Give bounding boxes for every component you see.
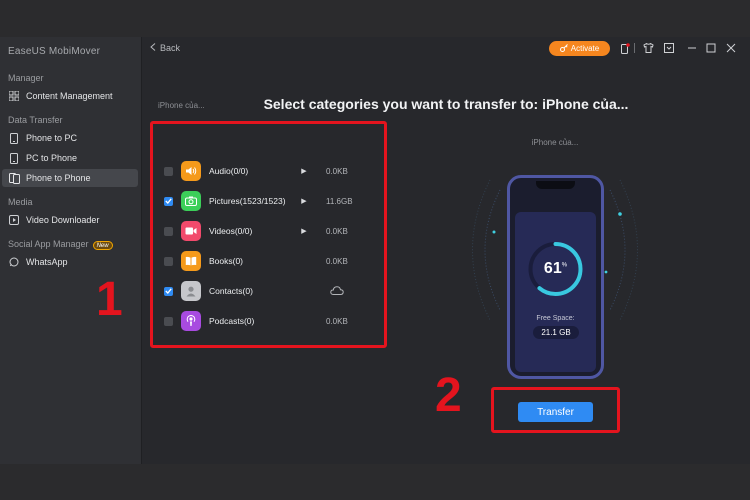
device-notification-icon[interactable]	[619, 42, 631, 54]
back-label: Back	[160, 43, 181, 53]
close-icon[interactable]	[725, 42, 737, 54]
app-title: EaseUS MobiMover	[8, 46, 101, 57]
sidebar-item-whatsapp[interactable]: WhatsApp	[2, 253, 138, 271]
sidebar-item-phone-to-phone[interactable]: Phone to Phone	[2, 169, 138, 187]
storage-value: 61	[543, 260, 562, 277]
free-space-label: Free Space:	[536, 315, 575, 322]
section-label: Social App Manager	[8, 239, 89, 249]
shirt-icon[interactable]	[642, 42, 654, 54]
phone-notch	[536, 181, 575, 189]
section-manager: Manager	[8, 73, 44, 83]
step-number-1: 1	[96, 273, 123, 326]
target-device-name: iPhone của...	[531, 138, 579, 147]
phone-screen: 61% Free Space: 21.1 GB	[515, 212, 596, 372]
storage-unit: %	[561, 262, 568, 269]
play-icon	[8, 214, 20, 226]
top-bar: Back Activate	[142, 37, 750, 61]
transfer-button[interactable]: Transfer	[518, 402, 593, 422]
maximize-icon[interactable]	[705, 42, 717, 54]
sidebar-item-video-downloader[interactable]: Video Downloader	[2, 211, 138, 229]
back-button[interactable]: Back	[150, 43, 180, 53]
sidebar-item-content-management[interactable]: Content Management	[2, 87, 138, 105]
sidebar-item-label: WhatsApp	[26, 257, 68, 267]
highlight-box-categories	[150, 121, 387, 348]
sidebar-item-label: PC to Phone	[26, 153, 78, 163]
sidebar-item-pc-to-phone[interactable]: PC to Phone	[2, 149, 138, 167]
sidebar: EaseUS MobiMover Manager Content Managem…	[0, 37, 142, 464]
section-media: Media	[8, 197, 33, 207]
sidebar-item-label: Phone to Phone	[26, 173, 91, 183]
sidebar-item-label: Video Downloader	[26, 215, 100, 225]
phones-icon	[8, 172, 20, 184]
phone-icon	[8, 132, 20, 144]
source-device-name: iPhone của...	[158, 101, 205, 110]
screen-frame: EaseUS MobiMover Manager Content Managem…	[0, 0, 750, 500]
storage-percent: 61%	[515, 260, 596, 278]
activate-label: Activate	[570, 44, 600, 53]
section-social-app-manager: Social App Manager New	[8, 239, 113, 250]
whatsapp-icon	[8, 256, 20, 268]
phone-icon	[8, 152, 20, 164]
sidebar-item-label: Content Management	[26, 91, 113, 101]
target-phone: 61% Free Space: 21.1 GB	[507, 175, 604, 379]
chevron-left-icon	[150, 43, 156, 53]
free-space-value: 21.1 GB	[533, 326, 579, 339]
grid-icon	[8, 90, 20, 102]
new-badge: New	[92, 241, 113, 250]
activate-button[interactable]: Activate	[549, 41, 610, 56]
section-data-transfer: Data Transfer	[8, 115, 63, 125]
minimize-icon[interactable]	[686, 42, 698, 54]
sidebar-item-label: Phone to PC	[26, 133, 78, 143]
key-icon	[559, 43, 568, 54]
sidebar-item-phone-to-pc[interactable]: Phone to PC	[2, 129, 138, 147]
menu-icon[interactable]	[663, 42, 675, 54]
divider	[632, 42, 636, 54]
step-number-2: 2	[435, 369, 462, 422]
